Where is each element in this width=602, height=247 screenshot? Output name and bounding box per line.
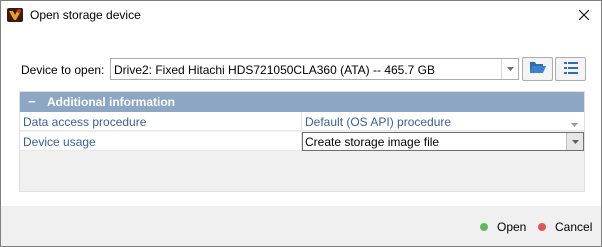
chevron-down-icon[interactable] <box>571 116 578 130</box>
additional-info-panel: − Additional information Data access pro… <box>19 91 585 192</box>
property-row-device-usage[interactable]: Device usage Create storage image file <box>20 132 584 151</box>
open-button[interactable]: Open <box>480 219 526 235</box>
close-button[interactable] <box>567 1 601 30</box>
open-button-label: Open <box>497 220 527 234</box>
panel-title: Additional information <box>47 95 175 109</box>
dialog-window: Open storage device Device to open: Driv… <box>0 0 602 247</box>
title-bar: Open storage device <box>1 1 601 31</box>
window-title: Open storage device <box>30 8 141 22</box>
property-value: Create storage image file <box>305 135 440 149</box>
device-select-value: Drive2: Fixed Hitachi HDS721050CLA360 (A… <box>114 63 436 77</box>
additional-info-header[interactable]: − Additional information <box>20 92 584 112</box>
list-icon <box>563 61 578 77</box>
green-dot-icon <box>480 223 488 231</box>
device-select[interactable]: Drive2: Fixed Hitachi HDS721050CLA360 (A… <box>110 58 519 80</box>
property-key: Data access procedure <box>23 115 147 129</box>
chevron-down-icon[interactable] <box>566 133 583 150</box>
device-label: Device to open: <box>21 63 105 77</box>
chevron-down-icon[interactable] <box>501 59 518 79</box>
property-row-data-access[interactable]: Data access procedure Default (OS API) p… <box>20 112 584 131</box>
device-usage-select[interactable]: Create storage image file <box>302 132 584 151</box>
cancel-button-label: Cancel <box>555 220 593 234</box>
close-icon <box>578 9 590 23</box>
property-value[interactable]: Default (OS API) procedure <box>305 115 451 129</box>
device-list-button[interactable] <box>555 57 586 81</box>
collapse-icon[interactable]: − <box>28 94 36 109</box>
dialog-footer: Open Cancel <box>1 206 601 246</box>
browse-folder-button[interactable] <box>522 57 553 81</box>
property-key: Device usage <box>23 135 96 149</box>
column-divider <box>301 112 302 131</box>
app-logo-icon <box>7 7 23 23</box>
open-folder-icon <box>529 61 546 77</box>
red-dot-icon <box>538 223 546 231</box>
dialog-body: Device to open: Drive2: Fixed Hitachi HD… <box>1 31 601 206</box>
cancel-button[interactable]: Cancel <box>538 219 592 235</box>
